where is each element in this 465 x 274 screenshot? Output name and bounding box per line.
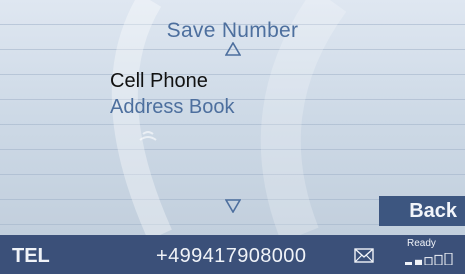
envelope-icon[interactable] xyxy=(354,248,374,263)
menu-item-address-book[interactable]: Address Book xyxy=(110,96,235,119)
menu-item-cell-phone[interactable]: Cell Phone xyxy=(110,70,208,93)
signal-bar xyxy=(415,259,422,265)
scroll-up-icon[interactable] xyxy=(0,41,465,64)
status-bar: TEL +499417908000 Ready xyxy=(0,235,465,274)
signal-bar xyxy=(444,253,453,265)
signal-bar xyxy=(424,257,433,265)
signal-bar xyxy=(405,262,412,265)
back-button[interactable]: Back xyxy=(379,196,465,226)
ready-label: Ready xyxy=(407,238,436,249)
page-title: Save Number xyxy=(166,19,299,42)
mode-label: TEL xyxy=(12,245,50,267)
signal-bar xyxy=(434,254,443,265)
signal-strength-icon xyxy=(405,253,453,265)
phone-number: +499417908000 xyxy=(156,245,307,267)
menu-screen: Save Number Cell Phone Address Book Back xyxy=(0,0,465,235)
